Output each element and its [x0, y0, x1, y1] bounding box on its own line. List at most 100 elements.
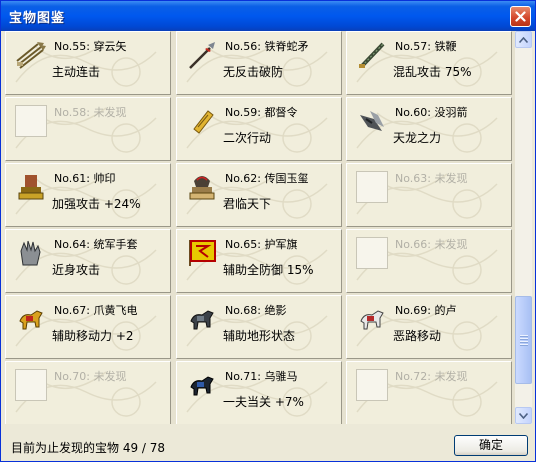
treasure-effect: 一夫当关 +7%	[223, 395, 304, 409]
arrow-down-icon	[519, 412, 528, 419]
treasure-tile[interactable]: No.63: 未发现	[346, 163, 512, 227]
treasure-number: No.61:	[54, 172, 90, 185]
treasure-name: No.55: 穿云矢	[54, 38, 126, 54]
treasure-name: No.71: 乌骓马	[225, 368, 297, 384]
treasure-tile[interactable]: No.59: 都督令 二次行动	[176, 97, 342, 161]
treasure-tile[interactable]: No.57: 铁鞭 混乱攻击 75%	[346, 31, 512, 95]
treasure-name: No.70: 未发现	[54, 368, 126, 384]
treasure-image-slot	[356, 303, 388, 335]
treasure-tile[interactable]: No.61: 帅印加强攻击 +24%	[5, 163, 171, 227]
scroll-down-button[interactable]	[515, 407, 532, 424]
treasure-number: No.71:	[225, 370, 261, 383]
treasure-name: No.56: 铁脊蛇矛	[225, 38, 308, 54]
treasure-image-slot	[186, 237, 218, 269]
ok-button[interactable]: 确定	[454, 435, 528, 456]
treasure-name-text: 未发现	[93, 370, 127, 383]
treasure-tile[interactable]: No.67: 爪黄飞电 辅助移动力 +2	[5, 295, 171, 359]
treasure-grid: No.55: 穿云矢 主动连击 No.56: 铁脊蛇矛 无反击破防 No.57: 铁鞭混…	[5, 31, 515, 424]
treasure-effect: 君临天下	[223, 197, 272, 211]
banner-flag-icon	[189, 240, 216, 266]
treasure-name: No.64: 统军手套	[54, 236, 137, 252]
treasure-tile[interactable]: No.65: 护军旗辅助全防御 15%	[176, 229, 342, 293]
treasure-number: No.63:	[395, 172, 431, 185]
treasure-effect: 二次行动	[223, 131, 272, 145]
treasure-name-text: 爪黄飞电	[93, 304, 138, 317]
treasure-tile[interactable]: No.56: 铁脊蛇矛 无反击破防	[176, 31, 342, 95]
black-horse-icon	[190, 376, 214, 396]
treasure-image-slot	[186, 39, 218, 71]
treasure-number: No.70:	[54, 370, 90, 383]
treasure-effect: 恶路移动	[393, 329, 442, 343]
title-bar[interactable]: 宝物图鉴	[1, 1, 535, 31]
treasure-tile[interactable]: No.55: 穿云矢 主动连击	[5, 31, 171, 95]
treasure-number: No.62:	[225, 172, 261, 185]
treasure-catalog-window: 宝物图鉴 No.55: 穿云矢 主动连击 No.56: 铁脊蛇矛 无反击破防 No.57…	[0, 0, 536, 462]
treasure-number: No.64:	[54, 238, 90, 251]
command-token-icon	[193, 110, 214, 134]
scroll-up-button[interactable]	[515, 31, 532, 48]
scrollbar-thumb[interactable]	[515, 296, 532, 384]
treasure-name-text: 未发现	[434, 370, 468, 383]
treasure-name: No.65: 护军旗	[225, 236, 297, 252]
treasure-tile[interactable]: No.60: 没羽箭 天龙之力	[346, 97, 512, 161]
treasure-name: No.61: 帅印	[54, 170, 115, 186]
treasure-name-text: 铁鞭	[434, 40, 457, 53]
white-horse-icon	[360, 310, 384, 330]
treasure-number: No.65:	[225, 238, 261, 251]
treasure-image-slot	[186, 171, 218, 203]
treasure-tile[interactable]: No.70: 未发现	[5, 361, 171, 424]
treasure-image-slot	[356, 237, 388, 269]
treasure-image-slot	[15, 171, 47, 203]
treasure-name-text: 统军手套	[93, 238, 138, 251]
treasure-effect: 主动连击	[52, 65, 101, 79]
window-title: 宝物图鉴	[9, 11, 66, 26]
dark-horse-icon	[190, 310, 214, 330]
treasure-name-text: 绝影	[264, 304, 287, 317]
treasure-name: No.58: 未发现	[54, 104, 126, 120]
treasure-tile[interactable]: No.71: 乌骓马 一夫当关 +7%	[176, 361, 342, 424]
treasure-name: No.63: 未发现	[395, 170, 467, 186]
iron-whip-icon	[359, 42, 385, 68]
treasure-name: No.57: 铁鞭	[395, 38, 456, 54]
treasure-tile[interactable]: No.69: 的卢 恶路移动	[346, 295, 512, 359]
treasure-tile[interactable]: No.62: 传国玉玺 君临天下	[176, 163, 342, 227]
treasure-tile[interactable]: No.58: 未发现	[5, 97, 171, 161]
imperial-jade-seal-icon	[189, 176, 215, 200]
discovered-count-text: 目前为止发现的宝物 49 / 78	[11, 441, 166, 455]
treasure-tile[interactable]: No.66: 未发现	[346, 229, 512, 293]
close-icon	[515, 11, 526, 22]
treasure-tile[interactable]: No.72: 未发现	[346, 361, 512, 424]
vertical-scrollbar[interactable]	[515, 31, 532, 424]
treasure-image-slot	[15, 369, 47, 401]
treasure-number: No.56:	[225, 40, 261, 53]
treasure-number: No.58:	[54, 106, 90, 119]
treasure-tile[interactable]: No.68: 绝影 辅助地形状态	[176, 295, 342, 359]
gauntlet-icon	[20, 240, 41, 266]
treasure-name: No.62: 传国玉玺	[225, 170, 308, 186]
spear-icon	[189, 42, 215, 69]
treasure-image-slot	[356, 39, 388, 71]
close-button[interactable]	[510, 6, 531, 27]
treasure-effect: 辅助移动力 +2	[52, 329, 134, 343]
treasure-name: No.67: 爪黄飞电	[54, 302, 137, 318]
treasure-name: No.68: 绝影	[225, 302, 286, 318]
treasure-number: No.59:	[225, 106, 261, 119]
arrow-up-icon	[519, 36, 528, 43]
treasure-number: No.55:	[54, 40, 90, 53]
treasure-image-slot	[15, 39, 47, 71]
treasure-name-text: 没羽箭	[434, 106, 468, 119]
treasure-name-text: 帅印	[93, 172, 116, 185]
treasure-effect: 辅助全防御 15%	[223, 263, 314, 277]
treasure-image-slot	[15, 237, 47, 269]
treasure-name-text: 传国玉玺	[264, 172, 309, 185]
treasure-name: No.69: 的卢	[395, 302, 456, 318]
treasure-effect: 近身攻击	[52, 263, 101, 277]
treasure-name-text: 的卢	[434, 304, 457, 317]
treasure-effect: 加强攻击 +24%	[52, 197, 141, 211]
treasure-name-text: 未发现	[93, 106, 127, 119]
treasure-effect: 无反击破防	[223, 65, 284, 79]
treasure-name-text: 护军旗	[264, 238, 298, 251]
treasure-image-slot	[356, 369, 388, 401]
treasure-name-text: 穿云矢	[93, 40, 127, 53]
treasure-tile[interactable]: No.64: 统军手套 近身攻击	[5, 229, 171, 293]
